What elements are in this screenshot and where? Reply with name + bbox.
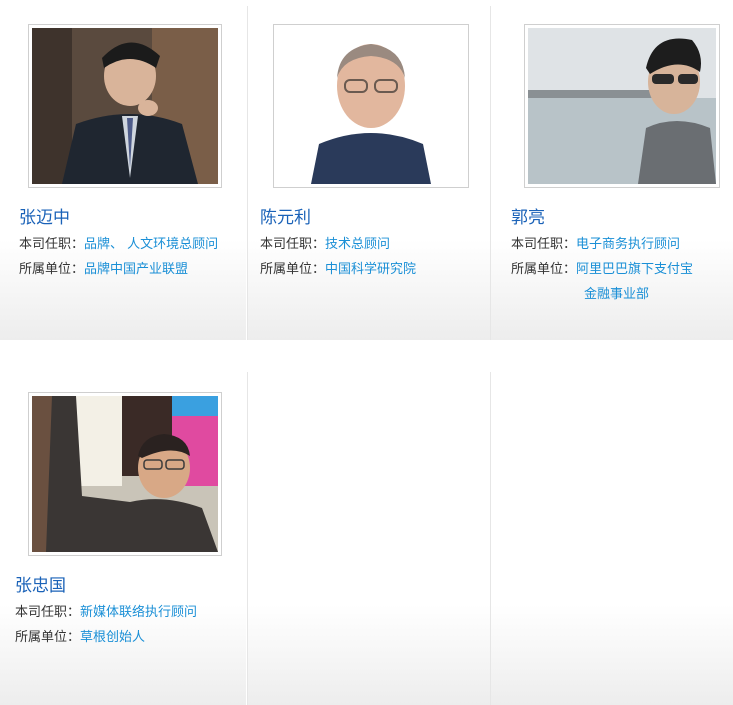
advisor-position: 本司任职：技术总顾问 (260, 233, 390, 252)
affiliation-label: 所属单位： (511, 262, 577, 277)
portrait-image (528, 28, 716, 184)
advisor-name[interactable]: 陈元利 (260, 203, 311, 228)
position-value[interactable]: 技术总顾问 (325, 237, 390, 252)
position-label: 本司任职： (15, 605, 81, 620)
position-value[interactable]: 电子商务执行顾问 (576, 237, 680, 252)
advisor-photo[interactable] (28, 392, 222, 556)
advisor-name[interactable]: 张忠国 (15, 571, 66, 596)
affiliation-value-line2[interactable]: 金融事业部 (584, 287, 649, 302)
advisor-name[interactable]: 张迈中 (19, 203, 70, 228)
portrait-image (32, 396, 218, 552)
affiliation-value[interactable]: 阿里巴巴旗下支付宝 (576, 262, 693, 277)
advisor-card: 郭亮 本司任职：电子商务执行顾问 所属单位：阿里巴巴旗下支付宝 金融事业部 (490, 6, 733, 340)
affiliation-value[interactable]: 中国科学研究院 (325, 262, 416, 277)
position-label: 本司任职： (19, 237, 85, 252)
affiliation-label: 所属单位： (260, 262, 326, 277)
advisor-position: 本司任职：电子商务执行顾问 (511, 233, 680, 252)
advisor-affiliation: 所属单位：中国科学研究院 (260, 258, 416, 277)
advisor-affiliation: 所属单位：草根创始人 (15, 626, 145, 645)
position-label: 本司任职： (260, 237, 326, 252)
affiliation-label: 所属单位： (19, 262, 85, 277)
advisor-card: 张忠国 本司任职：新媒体联络执行顾问 所属单位：草根创始人 (0, 372, 246, 705)
portrait-image (32, 28, 218, 184)
advisor-card: 张迈中 本司任职：品牌、 人文环境总顾问 所属单位：品牌中国产业联盟 (0, 6, 246, 340)
advisor-position: 本司任职：品牌、 人文环境总顾问 (19, 233, 218, 252)
advisor-name[interactable]: 郭亮 (511, 203, 545, 228)
empty-card (490, 372, 733, 705)
portrait-image (277, 28, 465, 184)
advisor-affiliation: 所属单位：品牌中国产业联盟 (19, 258, 188, 277)
advisor-photo[interactable] (273, 24, 469, 188)
advisor-row-1: 张迈中 本司任职：品牌、 人文环境总顾问 所属单位：品牌中国产业联盟 陈元利 本… (0, 6, 733, 340)
affiliation-label: 所属单位： (15, 630, 81, 645)
empty-card (247, 372, 490, 705)
position-label: 本司任职： (511, 237, 577, 252)
advisor-photo[interactable] (28, 24, 222, 188)
advisor-position: 本司任职：新媒体联络执行顾问 (15, 601, 197, 620)
affiliation-value[interactable]: 草根创始人 (80, 630, 145, 645)
advisor-card: 陈元利 本司任职：技术总顾问 所属单位：中国科学研究院 (247, 6, 490, 340)
position-value[interactable]: 品牌、 人文环境总顾问 (84, 237, 218, 252)
advisor-row-2: 张忠国 本司任职：新媒体联络执行顾问 所属单位：草根创始人 (0, 372, 733, 705)
advisor-affiliation-continued: 金融事业部 (584, 283, 649, 302)
advisor-photo[interactable] (524, 24, 720, 188)
advisor-affiliation: 所属单位：阿里巴巴旗下支付宝 (511, 258, 693, 277)
position-value[interactable]: 新媒体联络执行顾问 (80, 605, 197, 620)
affiliation-value[interactable]: 品牌中国产业联盟 (84, 262, 188, 277)
